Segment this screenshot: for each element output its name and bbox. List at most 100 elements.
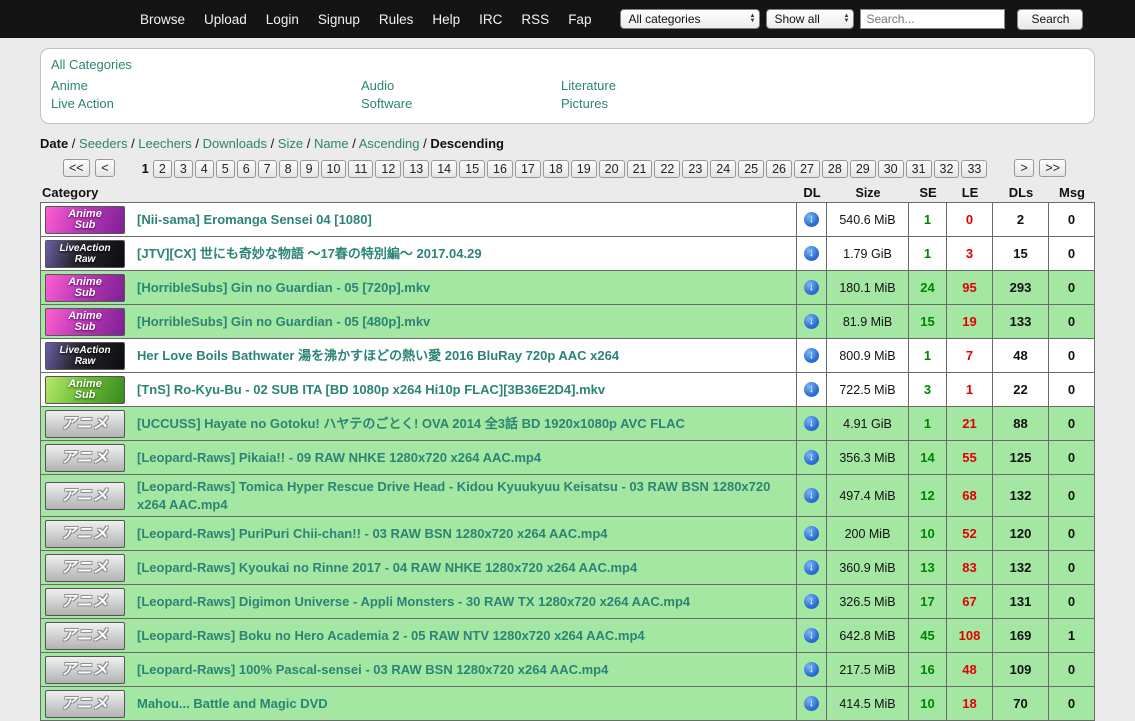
- page-button-20[interactable]: 20: [599, 160, 625, 178]
- torrent-title-link[interactable]: [UCCUSS] Hayate no Gotoku! ハヤテのごとく! OVA …: [137, 415, 685, 433]
- sort-ascending[interactable]: Ascending: [359, 136, 420, 151]
- page-first-button[interactable]: <<: [63, 159, 90, 177]
- torrent-title-link[interactable]: Her Love Boils Bathwater 湯を沸かすほどの熱い愛 201…: [137, 347, 619, 365]
- category-link-live-action[interactable]: Live Action: [51, 96, 361, 111]
- torrent-title-link[interactable]: [Leopard-Raws] Pikaia!! - 09 RAW NHKE 12…: [137, 449, 541, 467]
- torrent-title-link[interactable]: [Leopard-Raws] Boku no Hero Academia 2 -…: [137, 627, 645, 645]
- page-button-8[interactable]: 8: [279, 160, 298, 178]
- nav-signup[interactable]: Signup: [318, 12, 360, 27]
- download-icon[interactable]: ↓: [804, 594, 819, 609]
- torrent-title-link[interactable]: [Leopard-Raws] 100% Pascal-sensei - 03 R…: [137, 661, 608, 679]
- header-category[interactable]: Category: [40, 185, 128, 200]
- sort-downloads[interactable]: Downloads: [203, 136, 267, 151]
- category-icon-anime-jp[interactable]: アニメ: [45, 410, 125, 438]
- torrent-title-link[interactable]: [HorribleSubs] Gin no Guardian - 05 [480…: [137, 313, 430, 331]
- torrent-title-link[interactable]: Mahou... Battle and Magic DVD: [137, 695, 328, 713]
- page-button-30[interactable]: 30: [878, 160, 904, 178]
- download-icon[interactable]: ↓: [804, 450, 819, 465]
- category-icon-anime-jp[interactable]: アニメ: [45, 622, 125, 650]
- page-button-18[interactable]: 18: [543, 160, 569, 178]
- nav-login[interactable]: Login: [266, 12, 299, 27]
- page-next-button[interactable]: >: [1014, 159, 1033, 177]
- page-button-12[interactable]: 12: [375, 160, 401, 178]
- page-button-5[interactable]: 5: [216, 160, 235, 178]
- category-link-anime[interactable]: Anime: [51, 78, 361, 93]
- page-button-14[interactable]: 14: [431, 160, 457, 178]
- page-button-32[interactable]: 32: [934, 160, 960, 178]
- download-icon[interactable]: ↓: [804, 560, 819, 575]
- sort-descending[interactable]: Descending: [430, 136, 504, 151]
- header-se[interactable]: SE: [909, 185, 947, 200]
- page-button-29[interactable]: 29: [850, 160, 876, 178]
- sort-name[interactable]: Name: [314, 136, 349, 151]
- download-icon[interactable]: ↓: [804, 416, 819, 431]
- nav-help[interactable]: Help: [432, 12, 460, 27]
- download-icon[interactable]: ↓: [804, 662, 819, 677]
- nav-browse[interactable]: Browse: [140, 12, 185, 27]
- category-link-software[interactable]: Software: [361, 96, 561, 111]
- page-button-11[interactable]: 11: [348, 160, 373, 178]
- category-icon-liveaction-raw[interactable]: LiveActionRaw: [45, 240, 125, 268]
- download-icon[interactable]: ↓: [804, 382, 819, 397]
- download-icon[interactable]: ↓: [804, 280, 819, 295]
- nav-fap[interactable]: Fap: [568, 12, 591, 27]
- nav-upload[interactable]: Upload: [204, 12, 247, 27]
- nav-rules[interactable]: Rules: [379, 12, 414, 27]
- page-button-10[interactable]: 10: [321, 160, 347, 178]
- sort-date[interactable]: Date: [40, 136, 68, 151]
- page-prev-button[interactable]: <: [95, 159, 114, 177]
- category-link-literature[interactable]: Literature: [561, 78, 871, 93]
- download-icon[interactable]: ↓: [804, 212, 819, 227]
- header-le[interactable]: LE: [947, 185, 993, 200]
- page-button-26[interactable]: 26: [766, 160, 792, 178]
- category-link-all[interactable]: All Categories: [51, 57, 1084, 72]
- download-icon[interactable]: ↓: [804, 628, 819, 643]
- page-button-21[interactable]: 21: [627, 160, 653, 178]
- category-icon-anime-jp[interactable]: アニメ: [45, 656, 125, 684]
- category-icon-anime-jp[interactable]: アニメ: [45, 588, 125, 616]
- header-dls[interactable]: DLs: [993, 185, 1049, 200]
- download-icon[interactable]: ↓: [804, 348, 819, 363]
- category-icon-anime-sub[interactable]: AnimeSub: [45, 274, 125, 302]
- category-icon-anime-sub[interactable]: AnimeSub: [45, 308, 125, 336]
- category-select[interactable]: All categories: [620, 9, 760, 29]
- sort-seeders[interactable]: Seeders: [79, 136, 127, 151]
- sort-leechers[interactable]: Leechers: [138, 136, 191, 151]
- torrent-title-link[interactable]: [Leopard-Raws] Tomica Hyper Rescue Drive…: [137, 478, 788, 513]
- page-button-4[interactable]: 4: [195, 160, 214, 178]
- torrent-title-link[interactable]: [JTV][CX] 世にも奇妙な物語 〜17春の特別編〜 2017.04.29: [137, 245, 482, 263]
- nav-irc[interactable]: IRC: [479, 12, 502, 27]
- category-icon-anime-jp[interactable]: アニメ: [45, 520, 125, 548]
- page-button-6[interactable]: 6: [237, 160, 256, 178]
- page-button-7[interactable]: 7: [258, 160, 277, 178]
- torrent-title-link[interactable]: [Nii-sama] Eromanga Sensei 04 [1080]: [137, 211, 372, 229]
- page-button-13[interactable]: 13: [403, 160, 429, 178]
- page-button-3[interactable]: 3: [174, 160, 193, 178]
- page-button-24[interactable]: 24: [710, 160, 736, 178]
- page-button-22[interactable]: 22: [654, 160, 680, 178]
- page-button-17[interactable]: 17: [515, 160, 541, 178]
- download-icon[interactable]: ↓: [804, 488, 819, 503]
- page-button-25[interactable]: 25: [738, 160, 764, 178]
- page-button-27[interactable]: 27: [794, 160, 820, 178]
- download-icon[interactable]: ↓: [804, 526, 819, 541]
- page-button-15[interactable]: 15: [459, 160, 485, 178]
- page-last-button[interactable]: >>: [1039, 159, 1066, 177]
- torrent-title-link[interactable]: [HorribleSubs] Gin no Guardian - 05 [720…: [137, 279, 430, 297]
- category-icon-anime-jp[interactable]: アニメ: [45, 482, 125, 510]
- header-size[interactable]: Size: [827, 186, 909, 200]
- download-icon[interactable]: ↓: [804, 246, 819, 261]
- category-icon-anime-sub[interactable]: AnimeSub: [45, 206, 125, 234]
- category-link-audio[interactable]: Audio: [361, 78, 561, 93]
- category-icon-anime-jp[interactable]: アニメ: [45, 554, 125, 582]
- torrent-title-link[interactable]: [TnS] Ro-Kyu-Bu - 02 SUB ITA [BD 1080p x…: [137, 381, 605, 399]
- category-icon-anime-jp[interactable]: アニメ: [45, 444, 125, 472]
- category-icon-liveaction-raw[interactable]: LiveActionRaw: [45, 342, 125, 370]
- category-icon-anime-sub-ita[interactable]: AnimeSub: [45, 376, 125, 404]
- category-link-pictures[interactable]: Pictures: [561, 96, 871, 111]
- page-button-19[interactable]: 19: [571, 160, 597, 178]
- page-button-28[interactable]: 28: [822, 160, 848, 178]
- search-input[interactable]: [860, 9, 1005, 29]
- torrent-title-link[interactable]: [Leopard-Raws] PuriPuri Chii-chan!! - 03…: [137, 525, 608, 543]
- torrent-title-link[interactable]: [Leopard-Raws] Kyoukai no Rinne 2017 - 0…: [137, 559, 637, 577]
